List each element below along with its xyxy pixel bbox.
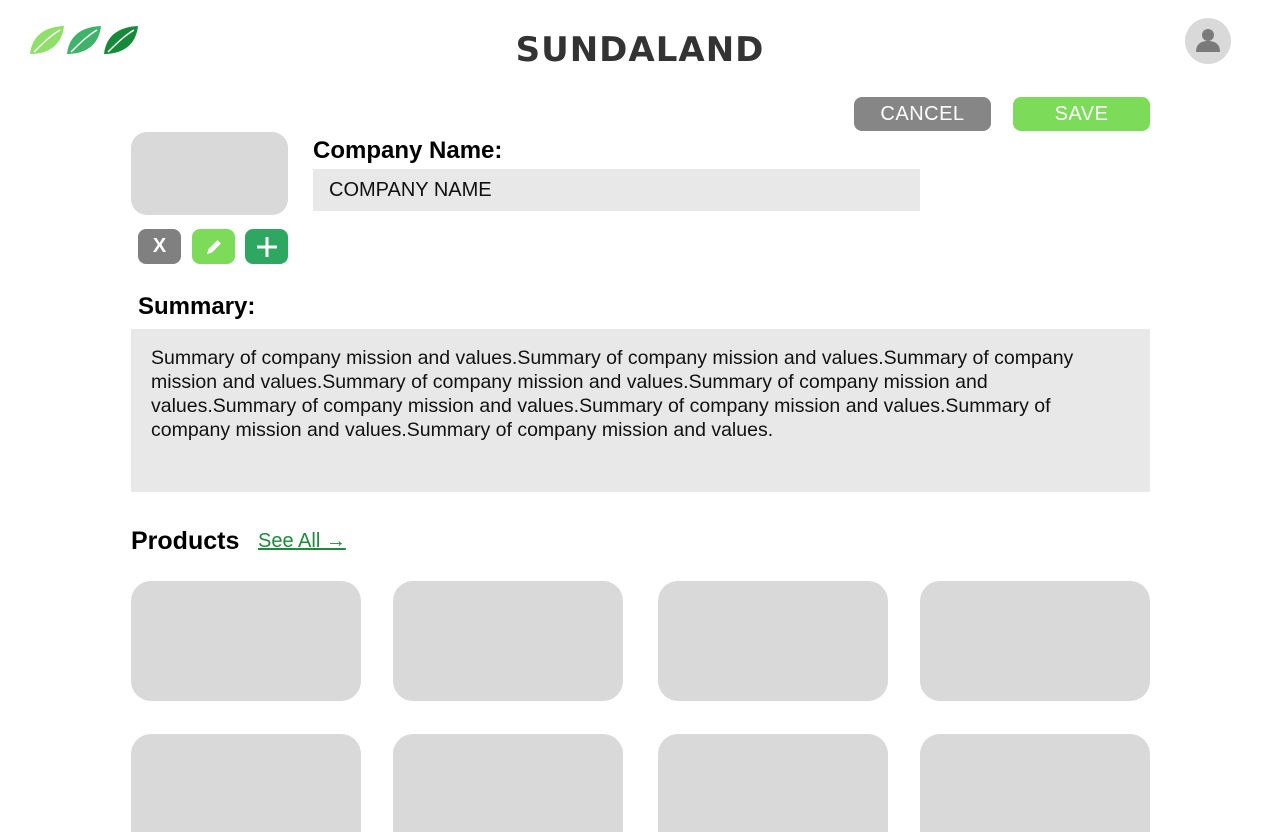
company-logo-placeholder[interactable] (131, 132, 288, 215)
product-card[interactable] (658, 734, 888, 832)
see-all-link[interactable]: See All → (258, 530, 346, 553)
pencil-icon (206, 239, 221, 254)
plus-icon (256, 236, 277, 257)
company-name-input[interactable]: COMPANY NAME (313, 169, 920, 211)
page: SUNDALAND CANCEL SAVE X Company Name: CO… (0, 0, 1280, 832)
cancel-button[interactable]: CANCEL (854, 97, 991, 131)
edit-image-button[interactable] (192, 229, 235, 264)
product-card[interactable] (131, 734, 361, 832)
product-card[interactable] (920, 734, 1150, 832)
product-card[interactable] (131, 581, 361, 701)
user-icon (1196, 29, 1220, 52)
product-card[interactable] (393, 734, 623, 832)
product-card[interactable] (393, 581, 623, 701)
remove-image-button[interactable]: X (138, 229, 181, 264)
save-button[interactable]: SAVE (1013, 97, 1150, 131)
user-avatar[interactable] (1185, 18, 1231, 64)
product-card[interactable] (920, 581, 1150, 701)
add-image-button[interactable] (245, 229, 288, 264)
summary-label: Summary: (138, 293, 256, 320)
brand-title: SUNDALAND (515, 30, 765, 70)
products-heading: Products (131, 527, 240, 555)
product-card[interactable] (658, 581, 888, 701)
company-name-label: Company Name: (313, 137, 503, 164)
summary-textarea[interactable]: Summary of company mission and values.Su… (131, 329, 1150, 492)
remove-label: X (152, 235, 167, 257)
